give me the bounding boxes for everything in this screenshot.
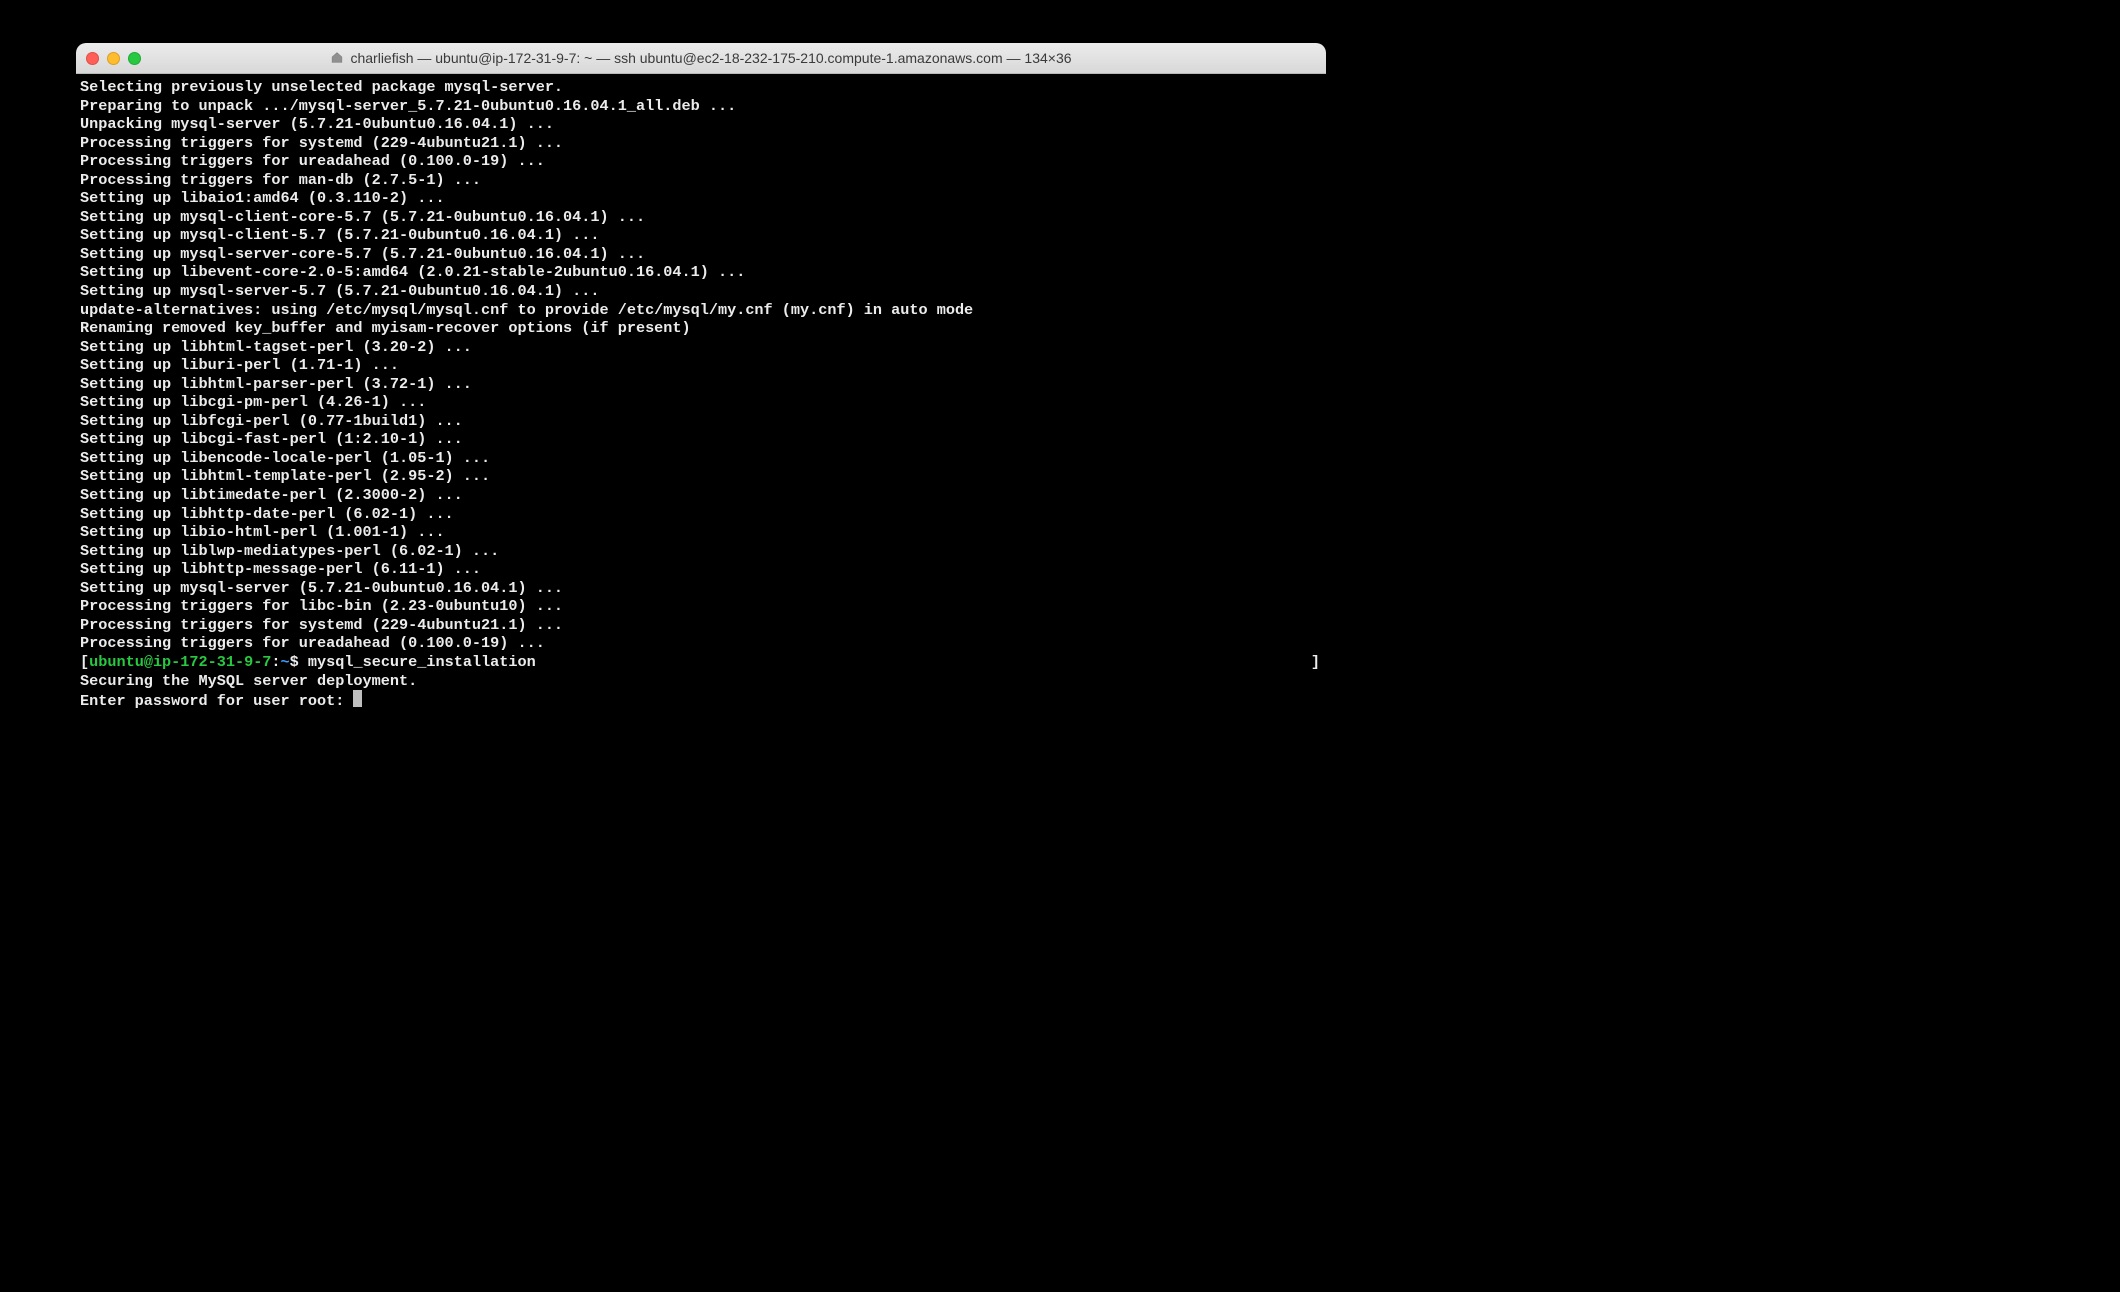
terminal-output-line: Setting up mysql-client-5.7 (5.7.21-0ubu… xyxy=(80,226,1322,245)
terminal-output-line: Setting up mysql-server-core-5.7 (5.7.21… xyxy=(80,245,1322,264)
terminal-output-line: Setting up libhttp-date-perl (6.02-1) ..… xyxy=(80,505,1322,524)
zoom-icon[interactable] xyxy=(128,52,141,65)
terminal-output-line: Setting up mysql-client-core-5.7 (5.7.21… xyxy=(80,208,1322,227)
terminal-output-line: Processing triggers for ureadahead (0.10… xyxy=(80,634,1322,653)
home-icon xyxy=(330,51,344,66)
terminal-output-line: Setting up libencode-locale-perl (1.05-1… xyxy=(80,449,1322,468)
terminal-window: charliefish — ubuntu@ip-172-31-9-7: ~ — … xyxy=(76,43,1326,729)
terminal-output-line: Setting up libhtml-tagset-perl (3.20-2) … xyxy=(80,338,1322,357)
terminal-output-line: Processing triggers for libc-bin (2.23-0… xyxy=(80,597,1322,616)
terminal-output-line: Setting up liblwp-mediatypes-perl (6.02-… xyxy=(80,542,1322,561)
terminal-output-line: Setting up libaio1:amd64 (0.3.110-2) ... xyxy=(80,189,1322,208)
prompt-dollar: $ xyxy=(290,653,308,671)
prompt-user: ubuntu xyxy=(89,653,144,671)
terminal-output-line: Preparing to unpack .../mysql-server_5.7… xyxy=(80,97,1322,116)
minimize-icon[interactable] xyxy=(107,52,120,65)
terminal-output-line: Selecting previously unselected package … xyxy=(80,78,1322,97)
prompt-at: @ xyxy=(144,653,153,671)
terminal-output-line: update-alternatives: using /etc/mysql/my… xyxy=(80,301,1322,320)
terminal-output-line: Processing triggers for ureadahead (0.10… xyxy=(80,152,1322,171)
terminal-output-line: Setting up libhtml-parser-perl (3.72-1) … xyxy=(80,375,1322,394)
titlebar[interactable]: charliefish — ubuntu@ip-172-31-9-7: ~ — … xyxy=(76,43,1326,74)
terminal-output-line: Setting up libhttp-message-perl (6.11-1)… xyxy=(80,560,1322,579)
terminal-output-line: Setting up libcgi-pm-perl (4.26-1) ... xyxy=(80,393,1322,412)
window-title: charliefish — ubuntu@ip-172-31-9-7: ~ — … xyxy=(350,50,1071,66)
right-bracket: ] xyxy=(1311,653,1322,672)
terminal-output-line: Setting up libtimedate-perl (2.3000-2) .… xyxy=(80,486,1322,505)
terminal-output-line: Processing triggers for systemd (229-4ub… xyxy=(80,616,1322,635)
terminal-output-line: Unpacking mysql-server (5.7.21-0ubuntu0.… xyxy=(80,115,1322,134)
terminal-output-line: Renaming removed key_buffer and myisam-r… xyxy=(80,319,1322,338)
close-icon[interactable] xyxy=(86,52,99,65)
terminal-output-line: Setting up liburi-perl (1.71-1) ... xyxy=(80,356,1322,375)
window-controls xyxy=(86,52,141,65)
password-prompt-line: Enter password for user root: xyxy=(80,690,1322,711)
terminal-output-line: Setting up libevent-core-2.0-5:amd64 (2.… xyxy=(80,263,1322,282)
terminal-output-line: Processing triggers for man-db (2.7.5-1)… xyxy=(80,171,1322,190)
terminal-output-line: Setting up libio-html-perl (1.001-1) ... xyxy=(80,523,1322,542)
prompt-dir: ~ xyxy=(281,653,290,671)
terminal-output-line: Setting up mysql-server (5.7.21-0ubuntu0… xyxy=(80,579,1322,598)
prompt-colon: : xyxy=(271,653,280,671)
terminal-body[interactable]: Selecting previously unselected package … xyxy=(76,74,1326,729)
terminal-output-line: Securing the MySQL server deployment. xyxy=(80,672,1322,691)
prompt-host: ip-172-31-9-7 xyxy=(153,653,271,671)
password-prompt-text: Enter password for user root: xyxy=(80,692,353,710)
cursor-icon xyxy=(353,690,362,707)
terminal-output-line: Setting up libfcgi-perl (0.77-1build1) .… xyxy=(80,412,1322,431)
terminal-output-line: Setting up mysql-server-5.7 (5.7.21-0ubu… xyxy=(80,282,1322,301)
prompt-open-bracket: [ xyxy=(80,653,89,671)
terminal-output-line: Processing triggers for systemd (229-4ub… xyxy=(80,134,1322,153)
terminal-output-line: Setting up libhtml-template-perl (2.95-2… xyxy=(80,467,1322,486)
window-title-wrap: charliefish — ubuntu@ip-172-31-9-7: ~ — … xyxy=(76,50,1326,66)
prompt-line: ] [ubuntu@ip-172-31-9-7:~$ mysql_secure_i… xyxy=(80,653,1322,672)
terminal-output-line: Setting up libcgi-fast-perl (1:2.10-1) .… xyxy=(80,430,1322,449)
typed-command: mysql_secure_installation xyxy=(308,653,536,671)
